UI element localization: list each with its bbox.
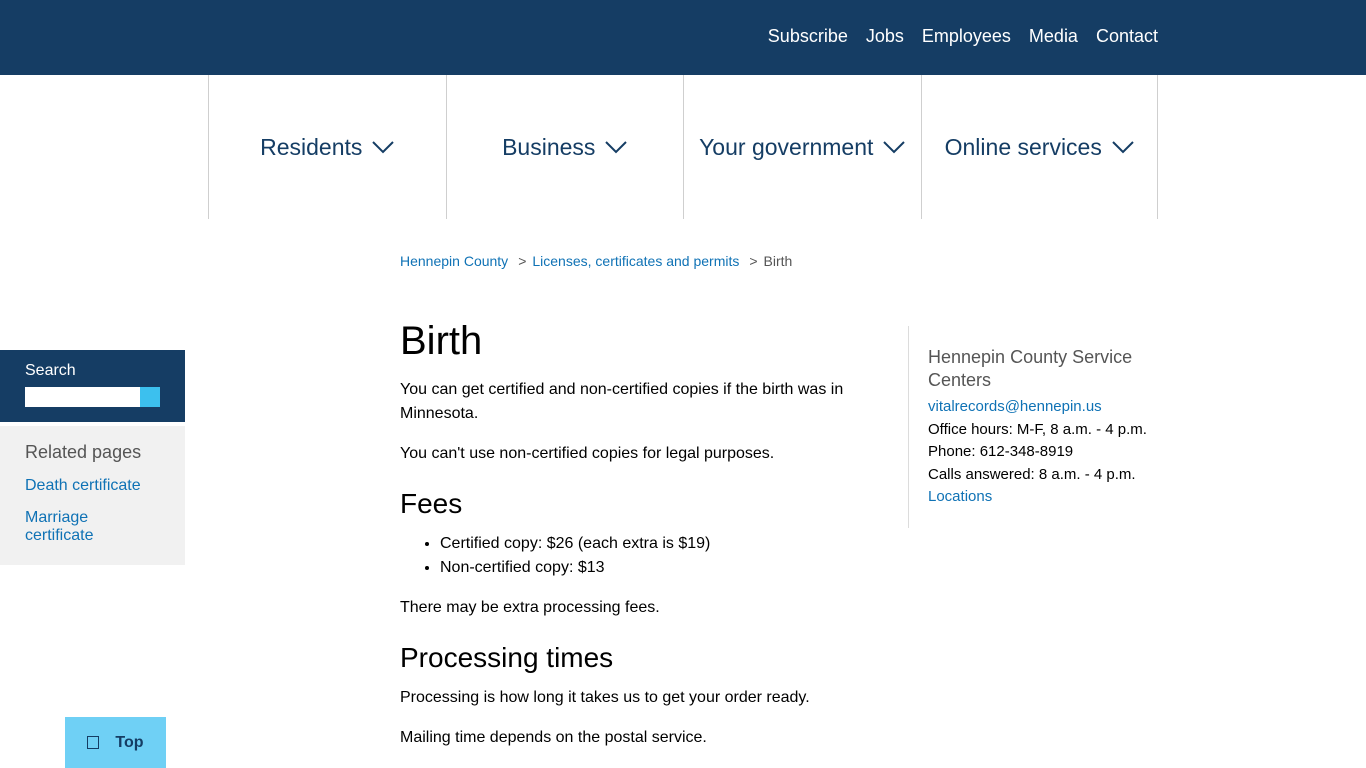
back-to-top-label: Top	[115, 733, 144, 751]
breadcrumb-current: Birth	[763, 253, 793, 269]
utility-link-contact[interactable]: Contact	[1096, 24, 1158, 48]
breadcrumb-separator: >	[749, 253, 758, 269]
fees-list: Certified copy: $26 (each extra is $19) …	[440, 532, 870, 580]
sidebar-search: Search	[0, 350, 185, 422]
top-bar: Subscribe Jobs Employees Media Contact	[0, 0, 1366, 75]
utility-link-subscribe[interactable]: Subscribe	[768, 24, 848, 48]
chevron-down-icon	[883, 140, 906, 154]
breadcrumb-link-licenses[interactable]: Licenses, certificates and permits	[532, 253, 739, 269]
search-label: Search	[25, 362, 76, 379]
utility-nav: Subscribe Jobs Employees Media Contact	[750, 24, 1158, 48]
related-link-marriage-certificate[interactable]: Marriage certificate	[25, 509, 160, 545]
related-link-death-certificate[interactable]: Death certificate	[25, 477, 160, 495]
search-button[interactable]	[140, 387, 160, 407]
processing-paragraph: Processing is how long it takes us to ge…	[400, 689, 810, 706]
arrow-up-icon	[87, 736, 100, 749]
service-centers-title: Hennepin County Service Centers	[928, 347, 1133, 390]
nav-item-your-government[interactable]: Your government	[683, 75, 921, 219]
fees-heading: Fees	[400, 488, 463, 519]
breadcrumb-link-home[interactable]: Hennepin County	[400, 253, 508, 269]
nav-item-online-services[interactable]: Online services	[920, 75, 1158, 219]
email-link[interactable]: vitalrecords@hennepin.us	[928, 396, 1158, 419]
processing-paragraph: Mailing time depends on the postal servi…	[400, 729, 707, 746]
office-hours: Office hours: M-F, 8 a.m. - 4 p.m.	[928, 420, 1147, 438]
intro-paragraph: You can't use non-certified copies for l…	[400, 445, 775, 462]
phone-number: Phone: 612-348-8919	[928, 443, 1074, 460]
nav-item-label: Residents	[260, 133, 363, 160]
utility-link-media[interactable]: Media	[1029, 24, 1078, 48]
fees-note: There may be extra processing fees.	[400, 599, 660, 616]
chevron-down-icon	[605, 140, 628, 154]
list-item: Certified copy: $26 (each extra is $19)	[440, 532, 870, 556]
intro-paragraph: You can get certified and non-certified …	[400, 381, 844, 422]
main-nav: Residents Business Your government Onlin…	[208, 75, 1158, 219]
chevron-down-icon	[372, 140, 395, 154]
utility-link-employees[interactable]: Employees	[922, 24, 1011, 48]
locations-link[interactable]: Locations	[928, 486, 1158, 509]
back-to-top-button[interactable]: Top	[65, 717, 166, 768]
nav-item-label: Business	[502, 133, 596, 160]
page-title: Birth	[400, 319, 483, 363]
nav-item-label: Your government	[699, 133, 874, 160]
calls-answered: Calls answered: 8 a.m. - 4 p.m.	[928, 465, 1136, 483]
main-content: Birth You can get certified and non-cert…	[400, 318, 870, 766]
nav-item-residents[interactable]: Residents	[208, 75, 446, 219]
related-pages: Related pages Death certificate Marriage…	[0, 426, 185, 565]
service-centers-contact: Hennepin County Service Centers vitalrec…	[908, 326, 1158, 528]
breadcrumb-separator: >	[518, 253, 527, 269]
search-row	[25, 387, 160, 407]
nav-item-label: Online services	[944, 133, 1102, 160]
utility-link-jobs[interactable]: Jobs	[866, 24, 904, 48]
list-item: Non-certified copy: $13	[440, 556, 870, 580]
nav-item-business[interactable]: Business	[445, 75, 684, 219]
search-input[interactable]	[25, 387, 140, 407]
chevron-down-icon	[1112, 140, 1134, 154]
breadcrumb: Hennepin County > Licenses, certificates…	[400, 253, 792, 269]
processing-heading: Processing times	[400, 642, 614, 673]
related-pages-title: Related pages	[25, 442, 142, 462]
